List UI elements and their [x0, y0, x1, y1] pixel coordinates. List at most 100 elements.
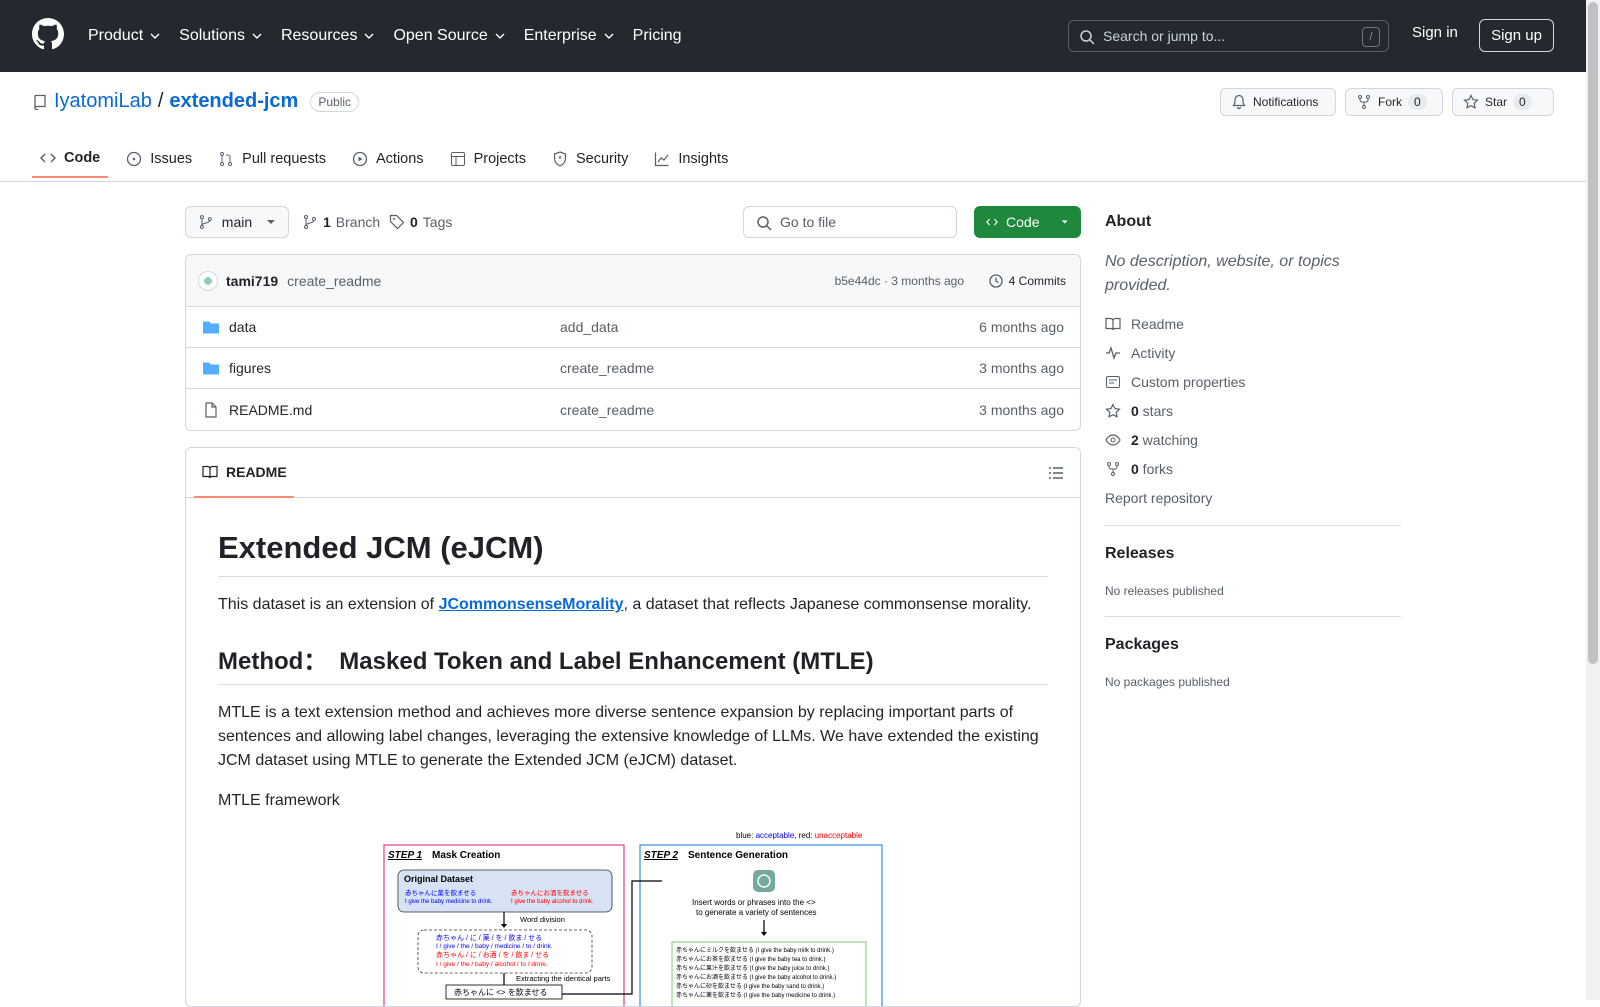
fork-label: Fork: [1378, 95, 1402, 109]
search-input[interactable]: Search or jump to... /: [1068, 20, 1389, 52]
search-icon: [757, 216, 772, 231]
fig-orig-en2: I give the baby alcohol to drink.: [511, 899, 594, 905]
file-commit-message[interactable]: add_data: [560, 319, 618, 335]
book-icon: [202, 465, 218, 479]
caret-down-icon: [267, 220, 276, 224]
readme-title: Extended JCM (eJCM): [218, 530, 1048, 577]
chevron-down-icon: [604, 33, 614, 39]
report-repository-link[interactable]: Report repository: [1105, 490, 1212, 506]
nav-solutions[interactable]: Solutions: [179, 27, 263, 45]
file-commit-message[interactable]: create_readme: [560, 402, 654, 418]
nav-enterprise[interactable]: Enterprise: [524, 27, 615, 45]
file-row[interactable]: data add_data 6 months ago: [186, 307, 1080, 348]
nav-open-source[interactable]: Open Source: [393, 27, 505, 45]
shortcut-key-badge: /: [1362, 27, 1380, 47]
search-icon: [1080, 30, 1095, 45]
book-icon: [1105, 317, 1121, 331]
releases-heading[interactable]: Releases: [1105, 545, 1174, 563]
tag-icon: [389, 214, 405, 230]
packages-heading[interactable]: Packages: [1105, 636, 1179, 654]
packages-empty-text: No packages published: [1105, 675, 1230, 689]
file-browser: tami719 create_readme b5e44dc · 3 months…: [185, 254, 1081, 431]
sidebar-item-forks[interactable]: 0 forks: [1105, 461, 1173, 477]
fig-step1-title: Mask Creation: [432, 850, 500, 861]
fig-legend-acceptable: acceptable: [756, 831, 795, 840]
fig-orig-jp1: 赤ちゃんに薬を飲ませる: [405, 888, 476, 897]
fig-insert-1: Insert words or phrases into the <>: [692, 898, 816, 907]
sidebar-item-suffix: forks: [1138, 461, 1174, 477]
readme-body: Extended JCM (eJCM) This dataset is an e…: [186, 498, 1080, 813]
tags-link[interactable]: 0 Tags: [389, 214, 452, 230]
tab-label: Pull requests: [242, 151, 326, 167]
notifications-button[interactable]: Notifications: [1220, 88, 1336, 116]
fig-mask-text: 赤ちゃんに <> を飲ませる: [454, 987, 548, 997]
sidebar-item-watching[interactable]: 2 watching: [1105, 432, 1198, 448]
notifications-label: Notifications: [1253, 95, 1319, 109]
github-logo-icon[interactable]: [32, 18, 64, 50]
repo-name-link[interactable]: extended-jcm: [169, 90, 298, 113]
chevron-down-icon: [150, 33, 160, 39]
sign-up-button[interactable]: Sign up: [1479, 19, 1554, 52]
commit-author-link[interactable]: tami719: [226, 273, 278, 289]
star-icon: [1105, 403, 1121, 418]
star-button[interactable]: Star 0: [1452, 88, 1554, 116]
file-date: 3 months ago: [979, 360, 1064, 376]
repo-owner-link[interactable]: IyatomiLab: [54, 90, 152, 113]
folder-icon: [203, 362, 219, 375]
branch-count: 1: [323, 214, 331, 230]
repo-tabs: Code Issues Pull requests Actions Projec…: [32, 140, 746, 178]
sidebar-item-activity[interactable]: Activity: [1105, 345, 1175, 361]
fig-orig-jp2: 赤ちゃんにお酒を飲ませる: [511, 888, 589, 897]
tab-label: Insights: [678, 151, 729, 167]
branches-link[interactable]: 1 Branch: [302, 214, 380, 230]
commit-message-link[interactable]: create_readme: [287, 273, 381, 289]
chevron-down-icon: [364, 33, 374, 39]
tab-code[interactable]: Code: [32, 140, 109, 178]
tab-label: Security: [575, 151, 629, 167]
tab-pull-requests[interactable]: Pull requests: [210, 140, 334, 178]
tab-issues[interactable]: Issues: [118, 140, 200, 178]
sidebar-item-label: 0 forks: [1131, 461, 1173, 477]
list-icon[interactable]: [1048, 465, 1064, 481]
global-header: Product Solutions Resources Open Source …: [0, 0, 1600, 72]
file-row[interactable]: README.md create_readme 3 months ago: [186, 389, 1080, 430]
sidebar-item-readme[interactable]: Readme: [1105, 316, 1184, 332]
sign-in-link[interactable]: Sign in: [1412, 24, 1458, 41]
tab-projects[interactable]: Projects: [442, 140, 534, 178]
fork-icon: [1107, 462, 1119, 476]
nav-product[interactable]: Product: [88, 27, 161, 45]
fig-gen-line: 赤ちゃんにミルクを飲ませる (I give the baby milk to d…: [676, 946, 834, 954]
file-commit-message[interactable]: create_readme: [560, 360, 654, 376]
file-row[interactable]: figures create_readme 3 months ago: [186, 348, 1080, 389]
tab-label: Issues: [150, 151, 193, 167]
chevron-down-icon: [495, 33, 505, 39]
branch-selector[interactable]: main: [185, 206, 289, 238]
file-name-link[interactable]: README.md: [229, 402, 560, 418]
avatar[interactable]: [198, 270, 218, 291]
file-name-link[interactable]: figures: [229, 360, 560, 376]
code-dropdown-button[interactable]: Code: [974, 206, 1081, 238]
tab-actions[interactable]: Actions: [344, 140, 432, 178]
tag-label: Tags: [422, 214, 453, 230]
scrollbar-thumb[interactable]: [1588, 2, 1598, 664]
nav-resources[interactable]: Resources: [281, 27, 375, 45]
commits-link[interactable]: 4 Commits: [988, 273, 1066, 289]
sidebar-divider: [1105, 616, 1401, 617]
sidebar-item-custom-properties[interactable]: Custom properties: [1105, 374, 1245, 390]
fig-div2-en: I / give / the / baby / alcohol / to / d…: [436, 961, 547, 968]
fork-button[interactable]: Fork 0: [1345, 88, 1443, 116]
sidebar-item-stars[interactable]: 0 stars: [1105, 403, 1173, 419]
readme-tab[interactable]: README: [194, 448, 294, 498]
nav-label: Pricing: [632, 27, 682, 44]
file-name-link[interactable]: data: [229, 319, 560, 335]
visibility-badge: Public: [310, 91, 360, 112]
note-icon: [1106, 376, 1120, 388]
commit-sha-time[interactable]: b5e44dc · 3 months ago: [835, 274, 964, 288]
go-to-file-input[interactable]: Go to file: [743, 206, 957, 238]
jcommonsense-link[interactable]: JCommonsenseMorality: [439, 596, 624, 613]
readme-header: README: [186, 448, 1080, 498]
nav-pricing[interactable]: Pricing: [633, 27, 682, 45]
fig-gen-line: 赤ちゃんに薬を飲ませる (I give the baby medicine to…: [676, 991, 835, 999]
tab-security[interactable]: Security: [544, 140, 636, 178]
tab-insights[interactable]: Insights: [646, 140, 736, 178]
